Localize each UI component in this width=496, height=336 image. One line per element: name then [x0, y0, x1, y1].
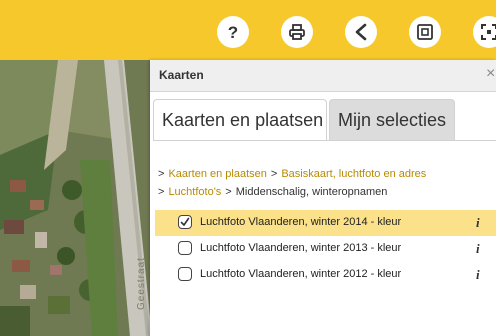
- breadcrumb-separator: >: [270, 168, 278, 180]
- layer-checkbox[interactable]: [178, 215, 192, 229]
- close-icon[interactable]: ×: [486, 66, 495, 82]
- print-button[interactable]: [281, 16, 313, 48]
- layer-label: Luchtfoto Vlaanderen, winter 2013 - kleu…: [200, 242, 402, 254]
- street-label: Geestraat: [136, 257, 147, 310]
- info-icon[interactable]: i: [476, 267, 480, 283]
- layer-label: Luchtfoto Vlaanderen, winter 2014 - kleu…: [200, 216, 402, 228]
- layer-label: Luchtfoto Vlaanderen, winter 2012 - kleu…: [200, 268, 402, 280]
- breadcrumb-link-luchtfotos[interactable]: Luchtfoto's: [168, 186, 221, 198]
- tab-mijn-selecties[interactable]: Mijn selecties: [329, 99, 455, 141]
- layer-item[interactable]: Luchtfoto Vlaanderen, winter 2012 - kleu…: [155, 262, 496, 288]
- layer-checkbox[interactable]: [178, 241, 192, 255]
- layer-item[interactable]: Luchtfoto Vlaanderen, winter 2013 - kleu…: [155, 236, 496, 262]
- help-button[interactable]: ?: [217, 16, 249, 48]
- svg-text:?: ?: [228, 23, 238, 42]
- breadcrumb-separator: >: [225, 186, 232, 198]
- frame-button[interactable]: [409, 16, 441, 48]
- question-icon: ?: [228, 23, 238, 42]
- panel-title: Kaarten: [159, 68, 204, 82]
- printer-icon: [289, 24, 305, 40]
- share-button[interactable]: [345, 16, 377, 48]
- breadcrumb-current: Middenschalig, winteropnamen: [235, 186, 388, 198]
- share-icon: [355, 23, 367, 41]
- frame-icon: [417, 24, 433, 40]
- maps-panel: Kaarten × Kaarten en plaatsen Mijn selec…: [150, 60, 496, 336]
- checkmark-icon: [180, 217, 190, 226]
- breadcrumb: > Kaarten en plaatsen > Basiskaart, luchtfo…: [158, 165, 488, 201]
- tabs-divider: [153, 140, 496, 141]
- fullscreen-icon: [481, 24, 496, 40]
- breadcrumb-line-1: > Kaarten en plaatsen > Basiskaart, luchtfo…: [158, 165, 488, 183]
- top-toolbar: ?: [0, 0, 496, 60]
- fullscreen-button[interactable]: [473, 16, 496, 48]
- info-icon[interactable]: i: [476, 241, 480, 257]
- layer-item[interactable]: Luchtfoto Vlaanderen, winter 2014 - kleu…: [155, 210, 496, 236]
- panel-header: Kaarten ×: [150, 60, 496, 92]
- breadcrumb-link-kaarten-en-plaatsen[interactable]: Kaarten en plaatsen: [168, 168, 266, 180]
- breadcrumb-link-basiskaart[interactable]: Basiskaart, luchtfoto en adres: [281, 168, 426, 180]
- breadcrumb-line-2: > Luchtfoto's > Middenschalig, winteropname…: [158, 183, 488, 201]
- info-icon[interactable]: i: [476, 215, 480, 231]
- tab-kaarten-en-plaatsen[interactable]: Kaarten en plaatsen: [153, 99, 327, 141]
- breadcrumb-separator: >: [158, 168, 165, 180]
- panel-tabs: Kaarten en plaatsen Mijn selecties: [153, 99, 496, 141]
- breadcrumb-separator: >: [158, 186, 165, 198]
- layer-checkbox[interactable]: [178, 267, 192, 281]
